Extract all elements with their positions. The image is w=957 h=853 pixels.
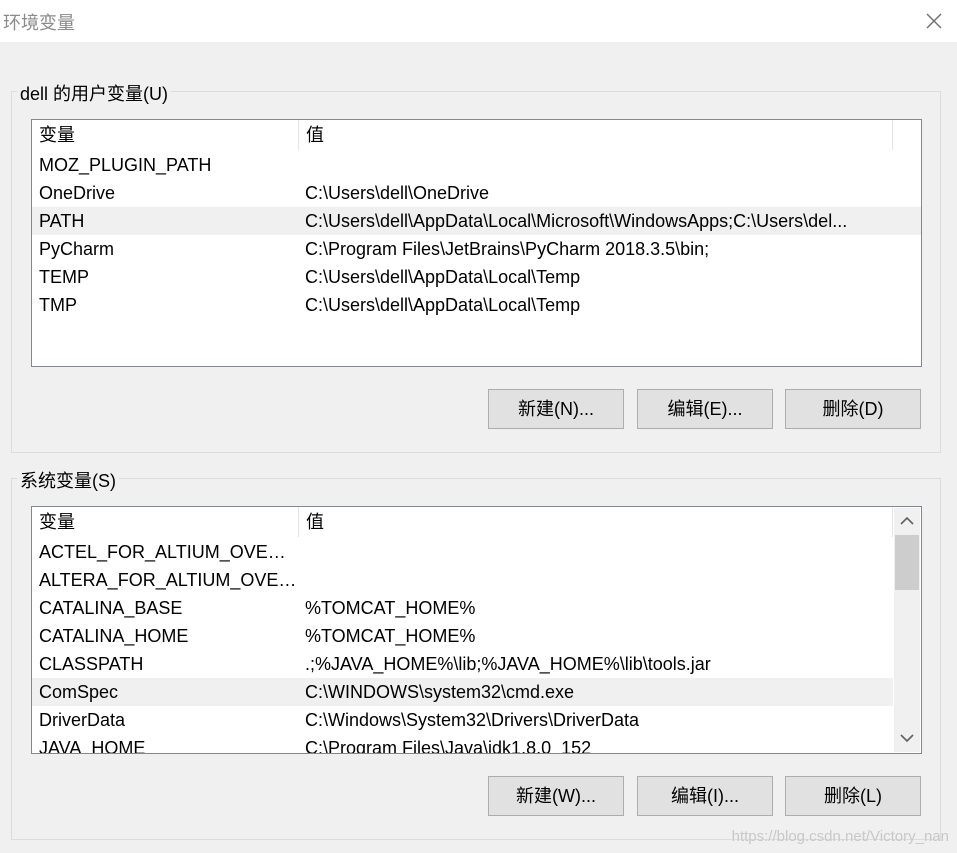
table-row[interactable]: CATALINA_BASE %TOMCAT_HOME%: [32, 594, 893, 622]
env-vars-dialog: 环境变量 dell 的用户变量(U) 变量 值 MOZ_PLUGIN_PATH …: [0, 0, 957, 853]
user-vars-list-header: 变量 值: [32, 120, 921, 150]
row-variable-value: C:\WINDOWS\system32\cmd.exe: [305, 682, 575, 702]
row-variable-name: CLASSPATH: [39, 654, 144, 674]
row-variable-value: C:\Users\dell\AppData\Local\Temp: [305, 295, 581, 315]
row-variable-name: ACTEL_FOR_ALTIUM_OVERR...: [39, 542, 297, 562]
title-bar: 环境变量: [0, 0, 957, 42]
table-row[interactable]: MOZ_PLUGIN_PATH: [32, 151, 921, 179]
system-vars-group-label: 系统变量(S): [17, 467, 119, 493]
watermark: https://blog.csdn.net/Victory_nan: [731, 828, 949, 845]
table-row[interactable]: PyCharm C:\Program Files\JetBrains\PyCha…: [32, 235, 921, 263]
scroll-up-button[interactable]: [894, 508, 920, 534]
row-variable-name: ALTERA_FOR_ALTIUM_OVER...: [39, 570, 297, 590]
vertical-scrollbar[interactable]: [894, 508, 920, 752]
table-row[interactable]: ALTERA_FOR_ALTIUM_OVER...: [32, 566, 893, 594]
row-variable-name: CATALINA_HOME: [39, 626, 189, 646]
row-variable-name: OneDrive: [39, 183, 116, 203]
row-variable-value: C:\Users\dell\AppData\Local\Microsoft\Wi…: [305, 211, 848, 231]
row-variable-value: C:\Windows\System32\Drivers\DriverData: [305, 710, 640, 730]
row-variable-value: %TOMCAT_HOME%: [305, 626, 476, 646]
row-variable-name: TMP: [39, 295, 77, 315]
system-vars-rows: ACTEL_FOR_ALTIUM_OVERR... ALTERA_FOR_ALT…: [32, 538, 893, 754]
scroll-down-button[interactable]: [894, 726, 920, 752]
table-row[interactable]: TEMP C:\Users\dell\AppData\Local\Temp: [32, 263, 921, 291]
row-variable-name: ComSpec: [39, 682, 119, 702]
row-variable-value: C:\Users\dell\OneDrive: [305, 183, 490, 203]
system-delete-button[interactable]: 删除(L): [785, 776, 921, 816]
table-row-selected[interactable]: PATH C:\Users\dell\AppData\Local\Microso…: [32, 207, 921, 235]
close-icon: [926, 13, 942, 29]
user-delete-button[interactable]: 删除(D): [785, 389, 921, 429]
column-header-variable[interactable]: 变量: [32, 120, 299, 150]
user-vars-list[interactable]: 变量 值 MOZ_PLUGIN_PATH OneDrive C:\Users\d…: [31, 119, 922, 367]
column-header-value[interactable]: 值: [299, 120, 893, 150]
scroll-thumb[interactable]: [895, 535, 919, 590]
column-header-variable[interactable]: 变量: [32, 507, 299, 537]
user-new-button[interactable]: 新建(N)...: [488, 389, 624, 429]
table-row[interactable]: CATALINA_HOME %TOMCAT_HOME%: [32, 622, 893, 650]
row-variable-name: CATALINA_BASE: [39, 598, 183, 618]
row-variable-value: C:\Users\dell\AppData\Local\Temp: [305, 267, 581, 287]
table-row[interactable]: JAVA_HOME C:\Program Files\Java\jdk1.8.0…: [32, 734, 893, 754]
window-title: 环境变量: [3, 13, 75, 33]
row-variable-value: C:\Program Files\Java\jdk1.8.0_152: [305, 738, 592, 754]
system-new-button[interactable]: 新建(W)...: [488, 776, 624, 816]
table-row[interactable]: OneDrive C:\Users\dell\OneDrive: [32, 179, 921, 207]
row-variable-name: JAVA_HOME: [39, 738, 146, 754]
system-vars-list-header: 变量 值: [32, 507, 893, 537]
row-variable-name: PyCharm: [39, 239, 115, 259]
chevron-up-icon: [900, 516, 914, 525]
table-row[interactable]: TMP C:\Users\dell\AppData\Local\Temp: [32, 291, 921, 319]
system-vars-list[interactable]: 变量 值 ACTEL_FOR_ALTIUM_OVERR... ALTERA_FO…: [31, 506, 922, 754]
user-edit-button[interactable]: 编辑(E)...: [637, 389, 773, 429]
row-variable-value: %TOMCAT_HOME%: [305, 598, 476, 618]
chevron-down-icon: [900, 734, 914, 743]
table-row-selected[interactable]: ComSpec C:\WINDOWS\system32\cmd.exe: [32, 678, 893, 706]
close-button[interactable]: [917, 4, 951, 38]
row-variable-name: MOZ_PLUGIN_PATH: [39, 155, 212, 175]
column-header-value[interactable]: 值: [299, 507, 893, 537]
row-variable-value: .;%JAVA_HOME%\lib;%JAVA_HOME%\lib\tools.…: [305, 654, 711, 674]
table-row[interactable]: CLASSPATH .;%JAVA_HOME%\lib;%JAVA_HOME%\…: [32, 650, 893, 678]
row-variable-value: C:\Program Files\JetBrains\PyCharm 2018.…: [305, 239, 710, 259]
table-row[interactable]: ACTEL_FOR_ALTIUM_OVERR...: [32, 538, 893, 566]
user-vars-group-label: dell 的用户变量(U): [17, 80, 172, 106]
row-variable-name: DriverData: [39, 710, 126, 730]
table-row[interactable]: DriverData C:\Windows\System32\Drivers\D…: [32, 706, 893, 734]
row-variable-name: TEMP: [39, 267, 90, 287]
user-vars-rows: MOZ_PLUGIN_PATH OneDrive C:\Users\dell\O…: [32, 151, 921, 319]
system-edit-button[interactable]: 编辑(I)...: [637, 776, 773, 816]
row-variable-name: PATH: [39, 211, 85, 231]
